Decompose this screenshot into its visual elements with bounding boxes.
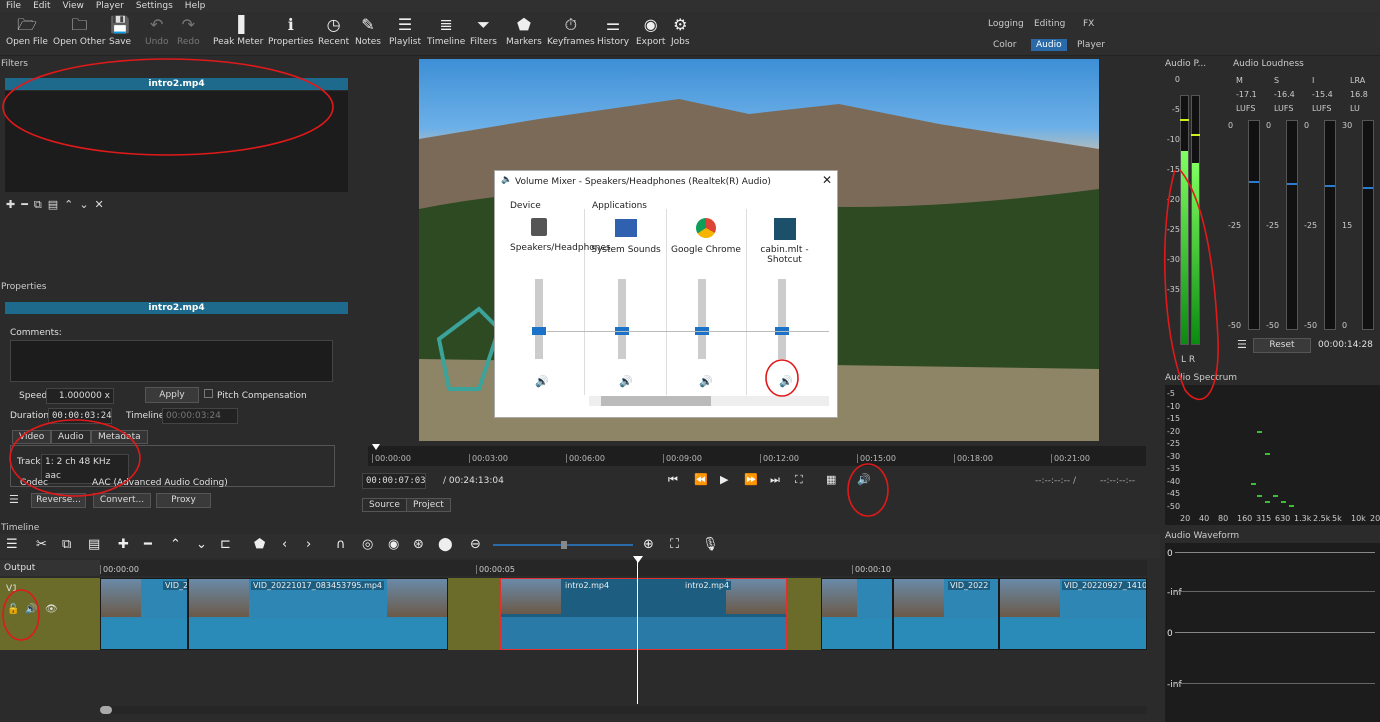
annotation-shotcut-mute [765, 359, 799, 397]
red-annotations [2, 58, 1219, 641]
annotation-filters [2, 58, 334, 156]
annotation-track-lock [2, 589, 40, 641]
annotation-peak-meter [1163, 169, 1219, 401]
annotation-volume-button [847, 463, 889, 517]
annotation-audio-tab [9, 419, 141, 497]
